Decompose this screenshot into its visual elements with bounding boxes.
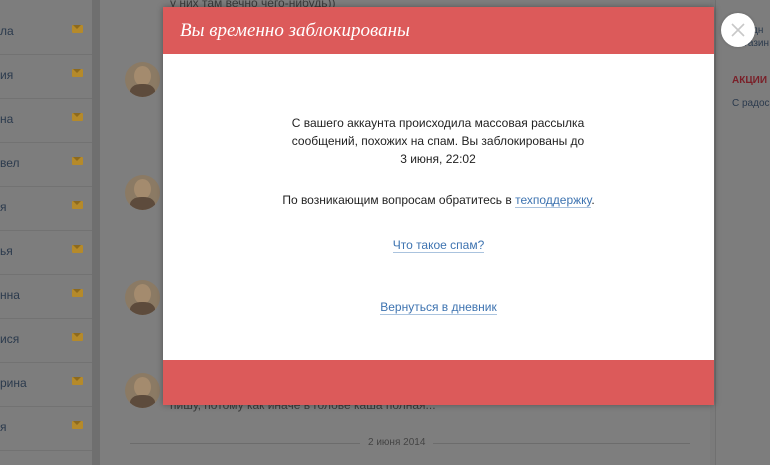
date-separator: 2 июня 2014: [360, 437, 434, 448]
sidebar-item[interactable]: ия: [0, 54, 92, 99]
envelope-icon[interactable]: [72, 69, 83, 77]
avatar[interactable]: [125, 175, 160, 210]
envelope-icon[interactable]: [72, 245, 83, 253]
sidebar-item-label: ия: [0, 68, 14, 82]
avatar[interactable]: [125, 62, 160, 97]
sidebar-item[interactable]: рина: [0, 362, 92, 407]
sidebar-item[interactable]: ья: [0, 230, 92, 275]
sidebar-item-label: рина: [0, 376, 27, 390]
envelope-icon[interactable]: [72, 289, 83, 297]
envelope-icon[interactable]: [72, 113, 83, 121]
envelope-icon[interactable]: [72, 333, 83, 341]
support-question-text: По возникающим вопросам обратитесь в: [282, 193, 516, 207]
envelope-icon[interactable]: [72, 421, 83, 429]
back-to-diary-link[interactable]: Вернуться в дневник: [380, 300, 497, 315]
block-message: С вашего аккаунта происходила массовая р…: [291, 116, 585, 166]
dialog-header: Вы временно заблокированы: [163, 7, 714, 54]
sidebar-item[interactable]: ися: [0, 318, 92, 363]
close-icon: [731, 23, 745, 37]
support-link[interactable]: техподдержку: [515, 193, 592, 208]
sidebar-item-label: вел: [0, 156, 20, 170]
blocked-dialog: Вы временно заблокированы С вашего аккау…: [163, 7, 714, 405]
sidebar-item-label: на: [0, 112, 14, 126]
sidebar-item-label: ья: [0, 244, 13, 258]
support-question: По возникающим вопросам обратитесь в тех…: [163, 193, 714, 208]
promo-text[interactable]: С радос: [732, 98, 770, 109]
close-button[interactable]: [721, 13, 755, 47]
what-is-spam-link[interactable]: Что такое спам?: [392, 238, 485, 253]
right-sidebar: [715, 0, 770, 465]
dialog-footer: [163, 360, 714, 405]
avatar[interactable]: [125, 373, 160, 408]
sidebar-item[interactable]: на: [0, 98, 92, 143]
sidebar-item-label: я: [0, 420, 7, 434]
sidebar-item[interactable]: ла: [0, 10, 92, 55]
back-row: Вернуться в дневник: [163, 300, 714, 315]
sidebar-item[interactable]: вел: [0, 142, 92, 187]
sidebar-item[interactable]: нна: [0, 274, 92, 319]
support-question-suffix: .: [591, 193, 595, 207]
sidebar-item[interactable]: я: [0, 406, 92, 451]
sidebar-item-label: я: [0, 200, 7, 214]
sidebar-item-label: ла: [0, 24, 14, 38]
sidebar-item-label: ися: [0, 332, 20, 346]
divider: [92, 0, 100, 465]
envelope-icon[interactable]: [72, 377, 83, 385]
sidebar-item-label: нна: [0, 288, 20, 302]
envelope-icon[interactable]: [72, 201, 83, 209]
envelope-icon[interactable]: [72, 157, 83, 165]
dialog-title: Вы временно заблокированы: [180, 20, 410, 41]
spam-info-row: Что такое спам?: [163, 238, 714, 253]
sidebar-item[interactable]: я: [0, 186, 92, 231]
avatar[interactable]: [125, 280, 160, 315]
friends-sidebar: ла ия на вел я ья нна ися рина я: [0, 0, 92, 465]
envelope-icon[interactable]: [72, 25, 83, 33]
promo-heading: АКЦИИ: [732, 75, 768, 86]
